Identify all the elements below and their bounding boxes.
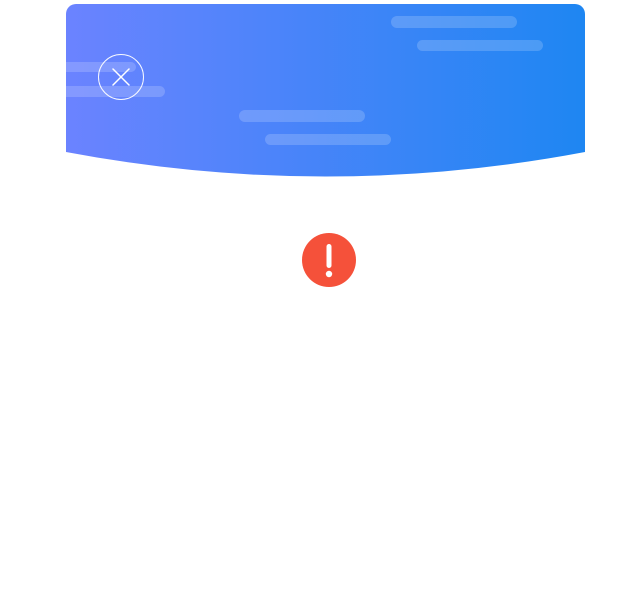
error-status-indicator — [302, 233, 356, 287]
exclamation-icon — [302, 233, 356, 287]
modal-page — [0, 0, 642, 610]
cloud-strip — [239, 110, 365, 122]
header-banner-art — [66, 4, 585, 177]
modal-header-banner — [66, 4, 585, 180]
cloud-strip — [417, 40, 543, 51]
close-button[interactable] — [98, 54, 144, 100]
close-icon — [112, 68, 130, 86]
cloud-strip — [391, 16, 517, 28]
cloud-strip — [265, 134, 391, 145]
